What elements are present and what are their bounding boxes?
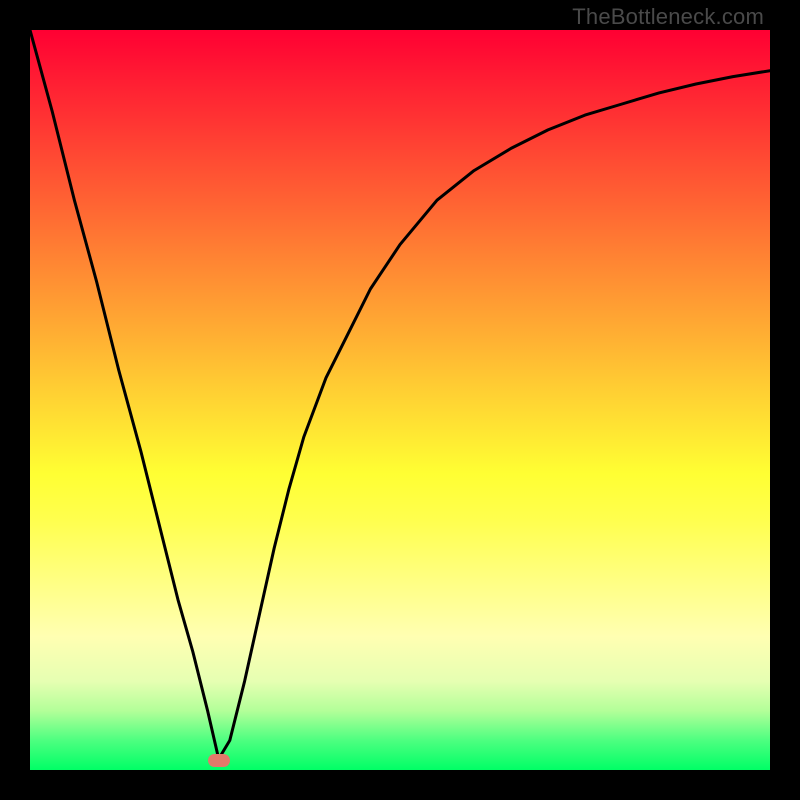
bottleneck-curve — [30, 30, 770, 770]
plot-area — [30, 30, 770, 770]
watermark-text: TheBottleneck.com — [572, 4, 764, 30]
optimal-point-marker — [208, 754, 230, 767]
chart-frame: TheBottleneck.com — [0, 0, 800, 800]
